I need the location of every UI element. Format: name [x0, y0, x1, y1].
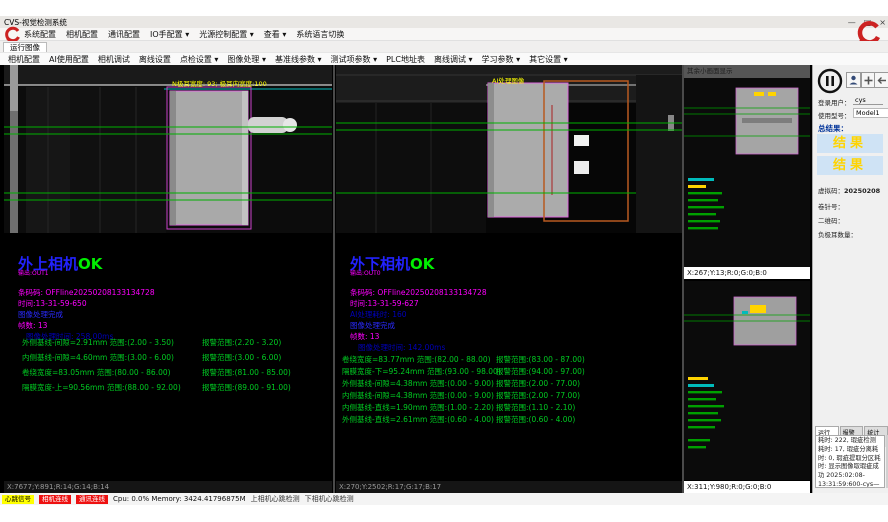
thumbnail-camera-image-1[interactable]	[684, 78, 810, 267]
thumbnail-header: 其余小画面显示	[684, 65, 810, 78]
center-process-time: 图像处理时间: 142.00ms	[358, 342, 445, 353]
status-bar: 心跳信号 相机连线 通讯连线 Cpu: 0.0% Memory: 3424.41…	[0, 493, 888, 505]
upper-camera-heartbeat: 上相机心跳检测	[251, 494, 300, 504]
thumbnail-camera-image-2[interactable]	[684, 281, 810, 480]
center-pixel-coordinates: X:270;Y:2502;R:17;G:17;B:17	[336, 481, 682, 493]
lower-camera-heartbeat: 下相机心跳检测	[305, 494, 354, 504]
left-process-done: 图像处理完成	[18, 309, 63, 320]
right-sidebar: 登录用户： cys 使用型号： Model1 总结果： 结果 结果 虚拟码：20…	[812, 65, 888, 493]
model-value[interactable]: Model1	[853, 108, 888, 118]
thumbnail-column: 其余小画面显示 X:267;Y:13;R:0;G:0;B:0	[684, 65, 810, 493]
winding-pin-row: 卷针号：	[818, 201, 844, 211]
tool-baseline-params[interactable]: 基准线参数 ▾	[275, 54, 322, 65]
logout-arrow-icon	[877, 76, 887, 85]
total-result-label: 总结果：	[818, 123, 848, 134]
left-output-label: 输出:OUT1	[18, 268, 49, 277]
center-alarm-range: 报警范围:(83.00 - 87.00)	[496, 354, 585, 365]
left-frame-count: 帧数: 13	[18, 320, 47, 331]
left-barcode: 条码码: OFFline20250208133134728	[18, 287, 155, 298]
result-box-1: 结果	[817, 134, 883, 153]
thumb2-pixel-coordinates: X:311;Y:980;R:0;G:0;B:0	[684, 481, 810, 493]
heartbeat-status-badge: 心跳信号	[2, 495, 34, 504]
center-barcode: 条码码: OFFline20250208133134728	[350, 287, 487, 298]
center-time: 时间:13-31-59-627	[350, 298, 419, 309]
thumb1-pixel-coordinates: X:267;Y:13;R:0;G:0;B:0	[684, 267, 810, 279]
center-overlay-label: AI处理图像	[492, 75, 524, 85]
negative-tab-count-row: 负极耳数量：	[818, 229, 857, 239]
tool-test-params[interactable]: 测试项参数 ▾	[331, 54, 378, 65]
menu-bar: 系统配置 相机配置 通讯配置 IO手配置 ▾ 光源控制配置 ▾ 查看 ▾ 系统语…	[0, 28, 888, 41]
center-camera-view: AI处理图像 外下相机OK 输出:OUT0 条码码: OFFline202502…	[336, 65, 682, 493]
tool-image-processing[interactable]: 图像处理 ▾	[227, 54, 266, 65]
menu-io-config[interactable]: IO手配置 ▾	[150, 29, 189, 40]
left-measure-row: 卷绕宽度=83.05mm 范围:(80.00 - 86.00)	[22, 367, 171, 378]
tool-offline-debug[interactable]: 离线调试 ▾	[434, 54, 473, 65]
left-camera-image[interactable]	[4, 65, 332, 233]
plus-icon	[864, 76, 873, 85]
center-process-done: 图像处理完成	[350, 320, 395, 331]
main-workspace: N极耳宽度: 93; 极耳内宽度:100 外上相机OK 输出:OUT1 条码码:…	[0, 65, 888, 493]
left-pixel-coordinates: X:7677;Y:891;R:14;G:14;B:14	[4, 481, 332, 493]
tool-bar: 相机配置 AI使用配置 相机调试 离线设置 点检设置 ▾ 图像处理 ▾ 基准线参…	[0, 52, 888, 65]
left-measure-row: 隔膜宽度-上=90.56mm 范围:(88.00 - 92.00)	[22, 382, 181, 393]
minimize-button[interactable]: —	[848, 18, 856, 27]
camera-link-status-badge: 相机连线	[39, 495, 71, 504]
tool-camera-debug[interactable]: 相机调试	[98, 54, 130, 65]
center-alarm-range: 报警范围:(2.00 - 77.00)	[496, 390, 580, 401]
virtual-code-row: 虚拟码：20250208	[818, 185, 880, 195]
center-alarm-range: 报警范围:(2.00 - 77.00)	[496, 378, 580, 389]
tool-offline-settings[interactable]: 离线设置	[139, 54, 171, 65]
center-measure-row: 卷绕宽度=83.77mm 范围:(82.00 - 88.00)	[342, 354, 491, 365]
qr-code-row: 二维码：	[818, 215, 844, 225]
center-camera-image[interactable]	[336, 65, 682, 233]
left-overlay-label: N极耳宽度: 93; 极耳内宽度:100	[172, 78, 267, 88]
cpu-memory-status: Cpu: 0.0% Memory: 3424.41796875M	[113, 495, 246, 503]
comm-link-status-badge: 通讯连线	[76, 495, 108, 504]
tool-camera-config[interactable]: 相机配置	[8, 54, 40, 65]
tool-spot-check[interactable]: 点检设置 ▾	[180, 54, 219, 65]
tool-learning-params[interactable]: 学习参数 ▾	[482, 54, 521, 65]
center-ai-time: AI处理耗时: 160	[350, 309, 407, 320]
app-window: CVS-视觉检测系统 — □ × 系统配置 相机配置 通讯配置 IO手配置 ▾ …	[0, 0, 888, 522]
center-alarm-range: 报警范围:(1.10 - 2.10)	[496, 402, 575, 413]
center-measure-row: 外侧基线-直线=2.61mm 范围:(0.60 - 4.00)	[342, 414, 494, 425]
left-alarm-range: 报警范围:(3.00 - 6.00)	[202, 352, 281, 363]
center-measure-row: 内侧基线-直线=1.90mm 范围:(1.00 - 2.20)	[342, 402, 494, 413]
menu-language-switch[interactable]: 系统语言切换	[296, 29, 344, 40]
left-time: 时间:13-31-59-650	[18, 298, 87, 309]
tab-strip: 运行图像	[0, 41, 888, 52]
result-box-2: 结果	[817, 156, 883, 175]
login-user-value[interactable]: cys	[853, 96, 883, 105]
center-alarm-range: 报警范围:(94.00 - 97.00)	[496, 366, 585, 377]
menu-system-config[interactable]: 系统配置	[24, 29, 56, 40]
left-measure-row: 内侧基线-间隙=4.60mm 范围:(3.00 - 6.00)	[22, 352, 174, 363]
view-separator	[333, 65, 335, 493]
left-alarm-range: 报警范围:(2.20 - 3.20)	[202, 337, 281, 348]
center-measure-row: 外侧基线-间隙=4.38mm 范围:(0.00 - 9.00)	[342, 378, 494, 389]
user-icon	[849, 75, 858, 85]
user-lock-button[interactable]	[846, 72, 861, 88]
left-alarm-range: 报警范围:(81.00 - 85.00)	[202, 367, 291, 378]
run-info-log: 耗时: 222, 瑕疵检测耗时: 17, 瑕疵分离耗时: 0, 瑕疵提取分区耗时…	[815, 435, 885, 488]
left-measure-row: 外侧基线-间隙=2.91mm 范围:(2.00 - 3.50)	[22, 337, 174, 348]
center-alarm-range: 报警范围:(0.60 - 4.00)	[496, 414, 575, 425]
logout-button[interactable]	[874, 72, 888, 88]
model-label: 使用型号：	[818, 110, 851, 120]
menu-camera-config[interactable]: 相机配置	[66, 29, 98, 40]
center-measure-row: 内侧基线-间隙=4.38mm 范围:(0.00 - 9.00)	[342, 390, 494, 401]
login-user-label: 登录用户：	[818, 97, 851, 107]
menu-light-config[interactable]: 光源控制配置 ▾	[199, 29, 254, 40]
tool-ai-usage-config[interactable]: AI使用配置	[49, 54, 89, 65]
menu-comm-config[interactable]: 通讯配置	[108, 29, 140, 40]
menu-view[interactable]: 查看 ▾	[264, 29, 287, 40]
tool-other-settings[interactable]: 其它设置 ▾	[529, 54, 568, 65]
pause-button[interactable]	[817, 68, 843, 94]
title-bar: CVS-视觉检测系统 — □ ×	[0, 16, 888, 28]
center-output-label: 输出:OUT0	[350, 268, 381, 277]
center-frame-count: 帧数: 13	[350, 331, 379, 342]
center-measure-row: 隔膜宽度-下=95.24mm 范围:(93.00 - 98.00)	[342, 366, 501, 377]
left-camera-view: N极耳宽度: 93; 极耳内宽度:100 外上相机OK 输出:OUT1 条码码:…	[4, 65, 332, 493]
tool-plc-address[interactable]: PLC地址表	[386, 54, 425, 65]
left-alarm-range: 报警范围:(89.00 - 91.00)	[202, 382, 291, 393]
